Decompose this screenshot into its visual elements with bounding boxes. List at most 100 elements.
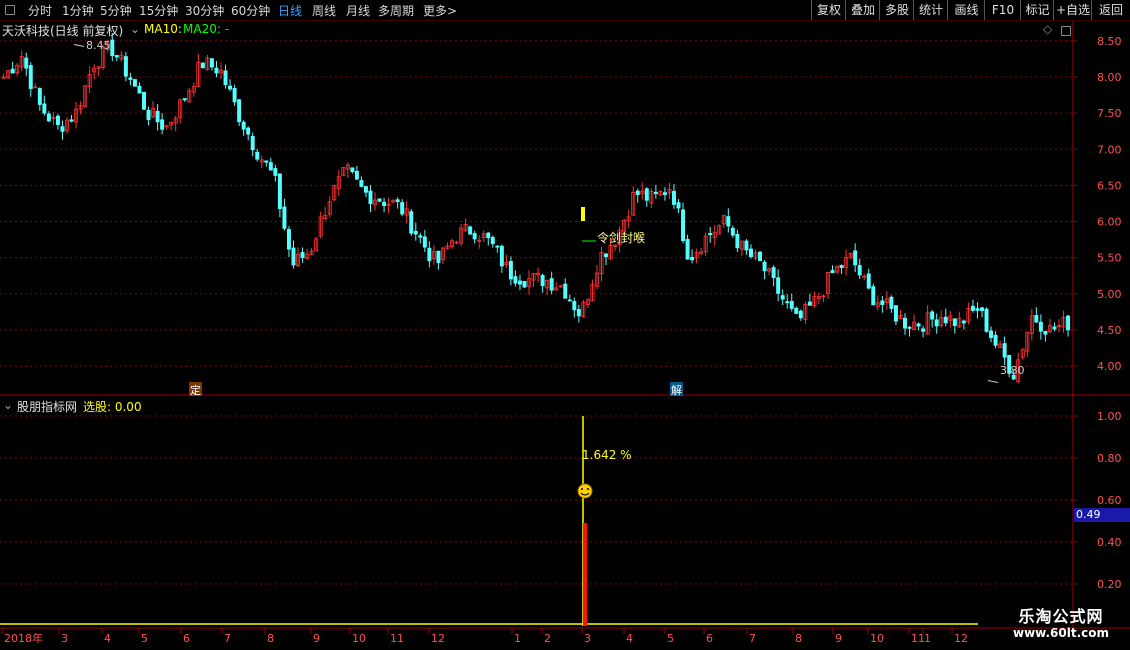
candle-body: [690, 257, 695, 261]
candle-body: [635, 190, 640, 195]
period-intraday[interactable]: 分时: [28, 2, 52, 19]
sub-panel-dropdown-icon[interactable]: ⌄: [3, 398, 13, 412]
candle-body: [789, 301, 794, 309]
candle-body: [277, 173, 282, 210]
candle-body: [907, 326, 912, 329]
candle-body: [880, 300, 885, 306]
candle-body: [934, 319, 939, 327]
candle-body: [182, 98, 187, 101]
candle-body: [576, 309, 581, 317]
candle-body: [427, 247, 432, 262]
candle-body: [413, 230, 418, 235]
candle-body: [28, 65, 33, 89]
period-monthly[interactable]: 月线: [346, 2, 370, 19]
x-tick-label: 2: [544, 632, 551, 645]
ma10-label: MA10:: [144, 22, 182, 36]
period-15min[interactable]: 15分钟: [139, 2, 178, 19]
period-30min[interactable]: 30分钟: [185, 2, 224, 19]
x-tick-label: 8: [795, 632, 802, 645]
y-tick-label: 7.00: [1097, 143, 1122, 156]
button-add-watchlist[interactable]: +自选: [1053, 0, 1092, 20]
chevron-right-icon: >: [447, 4, 458, 18]
x-tick-label: 7: [224, 632, 231, 645]
x-tick-label: 12: [431, 632, 445, 645]
candle-body: [436, 250, 441, 264]
candle-body: [1052, 326, 1057, 330]
signal-marker: [581, 207, 585, 221]
sub-panel-value: 选股: 0.00: [83, 400, 142, 414]
ma20-label: MA20: -: [183, 22, 230, 36]
x-tick-label: 2018年: [4, 631, 43, 645]
candle-body: [807, 301, 812, 306]
x-tick-label: 5: [141, 632, 148, 645]
button-fuquan[interactable]: 复权: [811, 0, 846, 20]
indicator-dropdown-icon[interactable]: ⌄: [130, 22, 140, 36]
sub-y-tick-label: 0.40: [1097, 536, 1122, 549]
y-tick-label: 4.50: [1097, 324, 1122, 337]
button-f10[interactable]: F10: [984, 0, 1021, 20]
spike-percent-label: 1.642 %: [582, 448, 632, 462]
candle-body: [24, 57, 29, 69]
button-overlay[interactable]: 叠加: [845, 0, 880, 20]
x-tick-label: 3: [61, 632, 68, 645]
candle-body: [422, 236, 427, 248]
candle-body: [155, 110, 160, 123]
period-more[interactable]: 更多>: [423, 2, 457, 19]
candle-body: [921, 328, 926, 332]
button-multi-stock[interactable]: 多股: [879, 0, 914, 20]
candle-body: [241, 121, 246, 130]
candle-body: [123, 56, 128, 77]
chart-canvas[interactable]: 8.50 8.00 7.50 7.00 6.50 6.00 5.50 5.00 4.50 4.00…: [0, 0, 1130, 650]
candle-body: [984, 308, 989, 332]
candle-body: [853, 250, 858, 266]
x-tick-label: 11: [911, 632, 925, 645]
sub-y-tick-label: 1.00: [1097, 410, 1122, 423]
button-back[interactable]: 返回: [1091, 0, 1130, 20]
candle-body: [930, 311, 935, 320]
button-draw-line[interactable]: 画线: [947, 0, 985, 20]
candle-body: [268, 162, 273, 171]
candle-body: [264, 160, 269, 163]
candle-body: [300, 252, 305, 258]
window-menu-icon[interactable]: [5, 5, 15, 15]
candle-body: [730, 227, 735, 236]
candle-body: [1038, 321, 1043, 332]
x-tick-label: 10: [352, 632, 366, 645]
candle-body: [37, 88, 42, 105]
candle-body: [286, 229, 291, 250]
x-tick-label: 9: [835, 632, 842, 645]
candle-body: [250, 136, 255, 151]
panel-maximize-icon[interactable]: [1061, 26, 1071, 36]
brand-url: www.60lt.com: [1012, 626, 1110, 640]
marker-jie: 解: [670, 382, 683, 397]
candle-body: [771, 267, 776, 279]
candle-body: [970, 305, 975, 311]
candle-body: [142, 92, 146, 110]
diamond-icon[interactable]: ◇: [1043, 22, 1052, 36]
x-tick-label: 11: [390, 632, 404, 645]
button-stats[interactable]: 统计: [913, 0, 948, 20]
candle-body: [662, 192, 667, 195]
candle-body: [776, 277, 781, 294]
high-price-label: 8.45: [86, 39, 111, 52]
smiley-eye: [587, 488, 589, 490]
annotation-text: 令剑封喉: [597, 231, 646, 245]
candle-body: [762, 261, 767, 272]
candle-body: [685, 239, 690, 260]
y-tick-label: 6.50: [1097, 179, 1122, 192]
period-5min[interactable]: 5分钟: [100, 2, 132, 19]
candle-body: [780, 295, 785, 300]
candle-body: [255, 151, 260, 160]
y-tick-label: 4.00: [1097, 360, 1122, 373]
candle-body: [961, 320, 966, 324]
button-mark[interactable]: 标记: [1020, 0, 1054, 20]
period-daily[interactable]: 日线: [278, 2, 302, 19]
period-1min[interactable]: 1分钟: [62, 2, 94, 19]
candle-body: [377, 198, 382, 202]
period-multi[interactable]: 多周期: [378, 2, 414, 19]
candle-body: [1043, 330, 1048, 335]
period-60min[interactable]: 60分钟: [231, 2, 270, 19]
candle-body: [291, 247, 296, 266]
candle-body: [42, 103, 47, 114]
period-weekly[interactable]: 周线: [312, 2, 336, 19]
